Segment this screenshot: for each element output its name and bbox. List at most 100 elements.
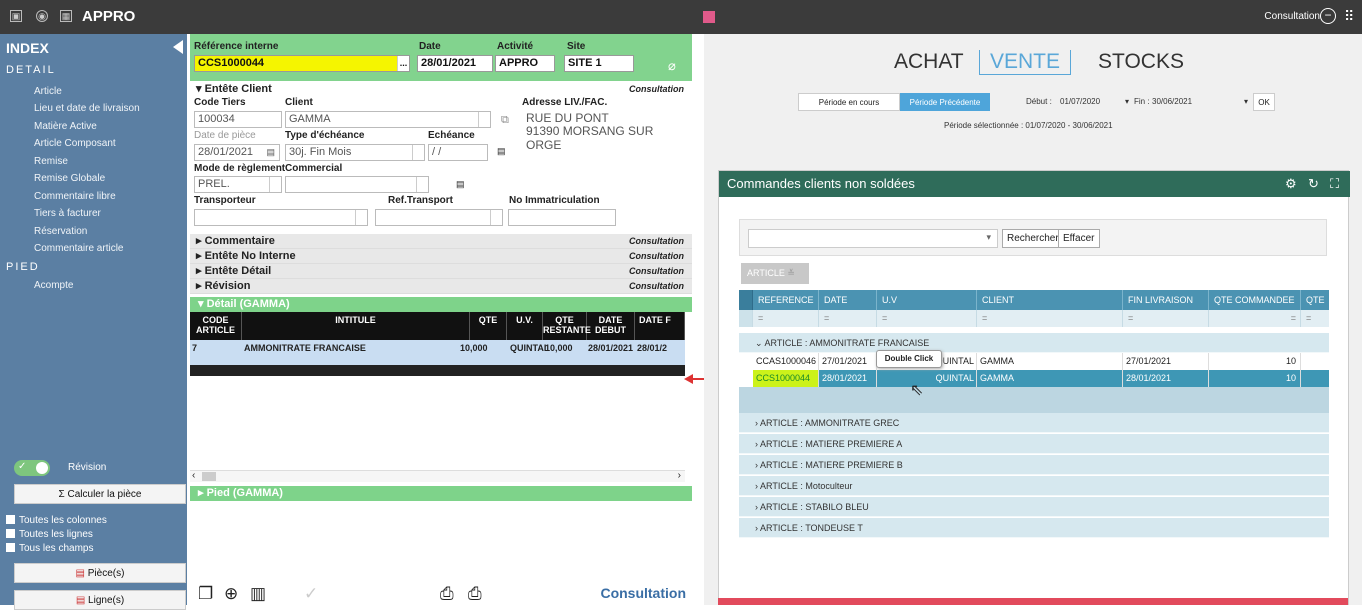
search-input[interactable]: ▾ [748, 229, 998, 248]
revision-toggle[interactable]: ✓ [14, 460, 50, 476]
site-field[interactable]: SITE 1 [564, 55, 634, 72]
section-entete-no-interne[interactable]: ▸ Entête No Interne Consultation [190, 249, 692, 264]
col-qte-commandee[interactable]: QTE COMMANDEE [1209, 290, 1301, 310]
filter-qte[interactable]: = [1301, 310, 1329, 327]
chevron-down-icon[interactable]: ▾ [1125, 97, 1129, 106]
group-row[interactable]: › ARTICLE : AMMONITRATE GREC [739, 413, 1329, 433]
mode-reg-field[interactable]: PREL. [194, 176, 282, 193]
filter-fin-livraison[interactable]: = [1123, 310, 1209, 327]
check-all-lines[interactable]: Toutes les lignes [6, 529, 93, 540]
copy-icon[interactable]: ⧉ [501, 114, 509, 127]
col-date[interactable]: DATE [819, 290, 877, 310]
col-reference[interactable]: REFERENCE [753, 290, 819, 310]
filter-client[interactable]: = [977, 310, 1123, 327]
collapse-icon[interactable] [173, 40, 183, 54]
group-row-open[interactable]: ⌄ ARTICLE : AMMONITRATE FRANCAISE [739, 333, 1329, 353]
calendar-icon[interactable]: ▤ [497, 146, 506, 157]
refresh-icon[interactable]: ↻ [1308, 171, 1319, 197]
sidebar-item-matiere[interactable]: Matière Active [34, 121, 97, 132]
calendar-icon[interactable]: ▤ [266, 145, 275, 160]
calculate-button[interactable]: Σ Calculer la pièce [14, 484, 186, 504]
calendar-icon[interactable]: ▦ [60, 10, 72, 22]
col-qte-restante[interactable]: QTE RESTANTE [543, 312, 591, 340]
col-client[interactable]: CLIENT [977, 290, 1123, 310]
apps-grid-icon[interactable]: ⠿ [1344, 9, 1358, 23]
col-qte[interactable]: QTE [470, 312, 507, 340]
clear-button[interactable]: Effacer [1058, 229, 1100, 248]
col-uv[interactable]: U.V. [507, 312, 543, 340]
expand-icon[interactable]: ⛶ [1330, 171, 1339, 197]
check-all-fields[interactable]: Tous les champs [6, 543, 93, 554]
sidebar-item-reservation[interactable]: Réservation [34, 226, 87, 237]
eye-icon[interactable]: ◉ [36, 10, 48, 22]
sidebar-item-tiers[interactable]: Tiers à facturer [34, 208, 101, 219]
ok-button[interactable]: OK [1253, 93, 1275, 111]
tab-achat[interactable]: ACHAT [894, 50, 964, 74]
sidebar-item-commentaire-article[interactable]: Commentaire article [34, 243, 123, 254]
check-circle-icon[interactable]: ✓ [304, 584, 318, 604]
section-commentaire[interactable]: ▸ Commentaire Consultation [190, 234, 692, 249]
scroll-left-icon[interactable]: ‹ [192, 470, 195, 481]
group-row[interactable]: › ARTICLE : STABILO BLEU [739, 497, 1329, 517]
chevron-down-icon[interactable]: ▾ [986, 232, 991, 243]
ref-transport-field[interactable] [375, 209, 503, 226]
scroll-right-icon[interactable]: › [678, 470, 681, 481]
sidebar-item-article[interactable]: Article [34, 86, 62, 97]
entete-client-header[interactable]: ▾ Entête Client Consultation [190, 82, 692, 97]
sidebar-item-commentaire[interactable]: Commentaire libre [34, 191, 116, 202]
fin-value[interactable]: 30/06/2021 [1152, 97, 1192, 106]
chevron-down-icon[interactable]: ▾ [1244, 97, 1248, 106]
save-icon[interactable]: ▣ [10, 10, 22, 22]
tab-vente[interactable]: VENTE [979, 50, 1072, 75]
trash-icon[interactable]: ▥ [250, 584, 266, 604]
detail-header[interactable]: ▾ Détail (GAMMA) [190, 297, 692, 312]
tab-stocks[interactable]: STOCKS [1098, 50, 1184, 74]
group-row[interactable]: › ARTICLE : TONDEUSE T [739, 518, 1329, 538]
col-date-fin[interactable]: DATE F [635, 312, 685, 340]
table-row-selected[interactable]: CCS1000044 28/01/2021 QUINTAL GAMMA 28/0… [753, 370, 1329, 387]
add-circle-icon[interactable]: ⊕ [224, 584, 238, 604]
date-field[interactable]: 28/01/2021 [417, 55, 493, 72]
period-current-button[interactable]: Période en cours [798, 93, 900, 111]
code-tiers-field[interactable]: 100034 [194, 111, 282, 128]
debut-value[interactable]: 01/07/2020 [1060, 97, 1100, 106]
section-revision[interactable]: ▸ Révision Consultation [190, 279, 692, 294]
ref-field[interactable]: CCS1000044... [194, 55, 410, 72]
group-row[interactable]: › ARTICLE : MATIERE PREMIERE B [739, 455, 1329, 475]
lignes-button[interactable]: ▤ Ligne(s) [14, 590, 186, 610]
group-row[interactable]: › ARTICLE : Motoculteur [739, 476, 1329, 496]
print-preview-icon[interactable]: ⎙ [468, 584, 482, 604]
col-fin-livraison[interactable]: FIN LIVRAISON [1123, 290, 1209, 310]
link-icon[interactable]: ⌀ [668, 58, 676, 74]
sidebar-item-remise-globale[interactable]: Remise Globale [34, 173, 105, 184]
settings-icon[interactable]: ⚙ [1285, 171, 1297, 197]
col-intitule[interactable]: INTITULE [242, 312, 470, 340]
echeance-field[interactable]: / / [428, 144, 488, 161]
print-icon[interactable]: ⎙ [440, 584, 454, 604]
col-code-article[interactable]: CODE ARTICLE [190, 312, 242, 340]
copy-icon[interactable]: ❐ [198, 584, 213, 604]
sidebar-item-remise[interactable]: Remise [34, 156, 68, 167]
sidebar-item-composant[interactable]: Article Composant [34, 138, 116, 149]
filter-reference[interactable]: = [753, 310, 819, 327]
client-field[interactable]: GAMMA [285, 111, 491, 128]
col-qte[interactable]: QTE [1301, 290, 1329, 310]
search-button[interactable]: Rechercher [1002, 229, 1064, 248]
activite-field[interactable]: APPRO [495, 55, 555, 72]
pied-header[interactable]: ▸ Pied (GAMMA) [190, 486, 692, 501]
pieces-button[interactable]: ▤ Pièce(s) [14, 563, 186, 583]
echeance-type-field[interactable]: 30j. Fin Mois [285, 144, 425, 161]
immat-field[interactable] [508, 209, 616, 226]
date-piece-field[interactable]: 28/01/2021 ▤ [194, 144, 280, 161]
group-chip[interactable]: ARTICLE ≚ [741, 263, 809, 284]
minus-circle-icon[interactable]: − [1320, 8, 1336, 24]
group-row[interactable]: › ARTICLE : MATIERE PREMIERE A [739, 434, 1329, 454]
section-entete-detail[interactable]: ▸ Entête Détail Consultation [190, 264, 692, 279]
filter-qte-commandee[interactable]: = [1209, 310, 1301, 327]
period-prev-button[interactable]: Période Précédente [900, 93, 990, 111]
transporteur-field[interactable] [194, 209, 368, 226]
sidebar-item-acompte[interactable]: Acompte [34, 280, 73, 291]
calendar-icon[interactable]: ▤ [456, 179, 465, 190]
scroll-thumb[interactable] [202, 472, 216, 481]
filter-date[interactable]: = [819, 310, 877, 327]
